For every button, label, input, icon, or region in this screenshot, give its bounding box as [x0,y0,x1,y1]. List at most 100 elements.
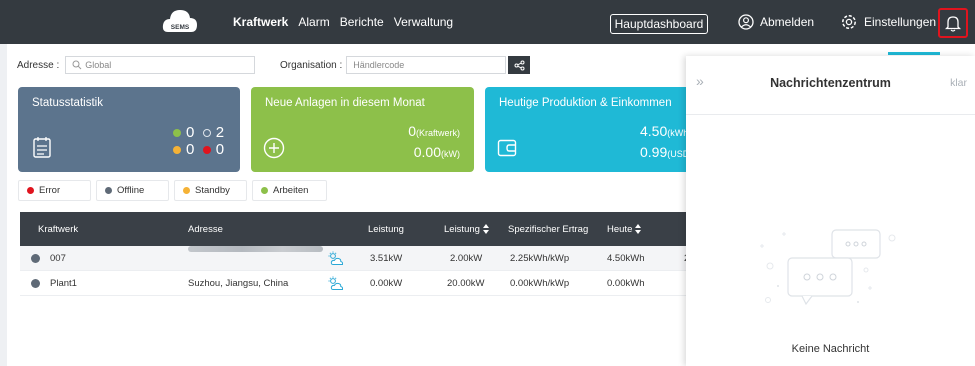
filter-standby-label: Standby [195,185,230,196]
sort-icon [482,224,489,234]
hauptdashboard-button[interactable]: Hauptdashboard [610,14,708,34]
organisation-label: Organisation : [280,59,343,71]
new-plants-title: Neue Anlagen in diesem Monat [265,97,425,109]
new-plants-card[interactable]: Neue Anlagen in diesem Monat 0(Kraftwerk… [251,87,474,172]
notification-bell-button[interactable] [938,8,968,38]
table-header: Kraftwerk Adresse Leistung Leistung Spez… [20,212,690,246]
status-gray-count: 2 [215,124,225,141]
col-capacity-label: Leistung [444,223,480,235]
offline-dot [202,129,211,137]
new-plants-unit: (Kraftwerk) [415,128,460,138]
nav-kraftwerk[interactable]: Kraftwerk [228,15,293,29]
new-capacity-value: 0.00 [413,144,441,160]
cell-capacity: 20.00kW [447,277,485,289]
address-placeholder: Global [85,60,112,70]
col-address: Adresse [188,223,223,235]
tab-indicator [888,52,940,55]
main-nav: Kraftwerk Alarm Berichte Verwaltung [228,0,458,44]
status-card-title: Statusstatistik [32,97,103,109]
status-red-count: 0 [215,141,225,158]
nav-alarm[interactable]: Alarm [293,15,334,29]
blurred-address [188,246,323,252]
cell-address: Suzhou, Jiangsu, China [188,277,289,289]
cell-plant[interactable]: 007 [50,246,66,270]
nav-berichte[interactable]: Berichte [335,15,389,29]
cell-plant[interactable]: Plant1 [50,271,77,295]
notification-center-panel: » Nachrichtenzentrum klar Keine Nachrich… [686,56,975,366]
table-row[interactable]: Plant1 Suzhou, Jiangsu, China 0.00kW 20.… [20,271,690,296]
production-kwh-value: 4.50 [640,123,668,139]
gear-icon [842,15,856,29]
organisation-input[interactable]: Händlercode [346,56,507,74]
table-row[interactable]: 007 3.51kW 2.00kW 2.25kWh/kWp 4.50kWh 2 [20,246,690,271]
add-circle-icon [263,137,285,159]
production-income-card[interactable]: Heutige Produktion & Einkommen 4.50(kWh)… [485,87,695,172]
cell-yield: 0.00kWh/kWp [510,277,570,289]
sems-logo[interactable]: SEMS [160,4,200,40]
filter-standby[interactable]: Standby [174,180,247,201]
filter-error[interactable]: Error [18,180,91,201]
filter-offline-label: Offline [117,185,145,196]
panel-title: Nachrichtenzentrum [770,76,891,90]
col-plant[interactable]: Kraftwerk [38,212,78,246]
partly-cloudy-icon [328,251,344,265]
col-capacity[interactable]: Leistung [444,212,489,246]
settings-button[interactable]: Einstellungen [840,0,936,44]
error-dot [27,187,34,194]
search-icon [72,60,82,70]
logo-text: SEMS [171,24,190,31]
error-dot [202,146,211,154]
cell-today: 4.50kWh [607,252,645,264]
cell-power: 0.00kW [370,277,403,289]
col-power: Leistung [368,223,404,235]
clear-button[interactable]: klar [950,77,967,89]
partly-cloudy-icon [328,276,344,290]
cell-capacity: 2.00kW [450,252,483,264]
working-dot [261,187,268,194]
standby-dot [183,187,190,194]
empty-messages-illustration [760,229,896,306]
sort-icon [635,224,642,234]
settings-label: Einstellungen [864,15,937,29]
address-label: Adresse : [17,59,60,71]
top-navigation-bar: SEMS Kraftwerk Alarm Berichte Verwaltung… [0,0,975,44]
production-values: 4.50(kWh) 0.99(USD) [640,122,692,164]
organisation-filter: Organisation : Händlercode [280,56,531,74]
address-input[interactable]: Global [65,56,256,74]
cell-yield: 2.25kWh/kWp [510,252,570,264]
col-yield: Spezifischer Ertrag [508,223,589,235]
production-title: Heutige Produktion & Einkommen [499,97,672,109]
filter-offline[interactable]: Offline [96,180,169,201]
offline-dot [105,187,112,194]
status-stat-card[interactable]: Statusstatistik 0 2 0 0 [18,87,240,172]
col-today[interactable]: Heute [607,212,642,246]
user-icon [738,14,754,30]
status-dot [31,254,40,263]
status-counts: 0 2 0 0 [173,124,224,158]
empty-state-text: Keine Nachricht [791,343,870,355]
nav-verwaltung[interactable]: Verwaltung [389,15,458,29]
status-orange-count: 0 [186,141,195,158]
calendar-icon [33,137,51,158]
wallet-icon [497,139,517,157]
filter-working-label: Arbeiten [273,185,309,196]
share-icon [514,60,525,70]
logout-button[interactable]: Abmelden [738,0,814,44]
panel-divider [686,114,975,115]
status-dot [31,279,40,288]
col-today-label: Heute [607,223,633,235]
plant-table: Kraftwerk Adresse Leistung Leistung Spez… [20,212,690,296]
organisation-placeholder: Händlercode [353,60,405,70]
standby-dot [173,146,181,154]
logout-label: Abmelden [760,15,815,29]
filter-error-label: Error [39,185,61,196]
cell-power: 3.51kW [370,252,403,264]
bell-icon [945,16,961,32]
filter-working[interactable]: Arbeiten [252,180,327,201]
working-dot [173,129,181,137]
new-plants-value: 0 [408,123,416,139]
cell-today: 0.00kWh [607,277,645,289]
new-plants-values: 0(Kraftwerk) 0.00(kW) [408,122,460,164]
new-capacity-unit: (kW) [441,149,460,159]
share-button[interactable] [508,56,531,74]
